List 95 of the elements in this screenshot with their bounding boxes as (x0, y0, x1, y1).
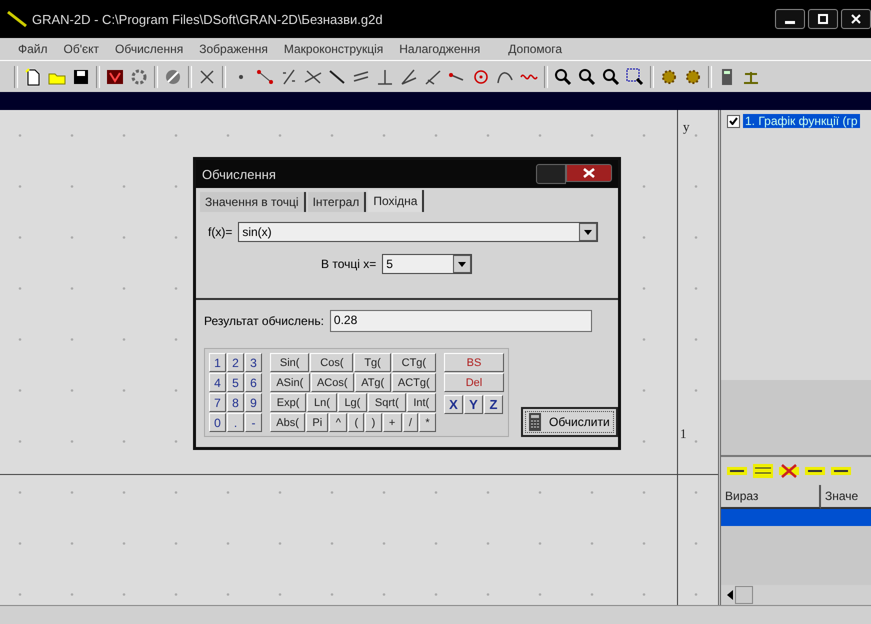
dropdown-arrow-icon (458, 262, 466, 267)
calculator-icon (529, 413, 541, 431)
function-key[interactable]: Ln( (307, 393, 337, 412)
dialog-title: Обчислення (202, 166, 276, 182)
function-key[interactable]: ) (365, 413, 382, 432)
function-key[interactable]: Exp( (270, 393, 306, 412)
digit-key[interactable]: 7 (209, 393, 226, 412)
function-key[interactable]: Abs( (270, 413, 306, 432)
close-icon (851, 14, 861, 24)
function-key[interactable]: Int( (406, 393, 436, 412)
edit-key[interactable]: BS (444, 353, 504, 372)
menu-item[interactable]: Макроконструкція (284, 42, 384, 56)
angle-icon[interactable] (400, 68, 418, 86)
minimize-icon (785, 21, 795, 24)
function-key[interactable]: ^ (329, 413, 348, 432)
close-icon (583, 168, 595, 178)
variable-key[interactable]: Y (464, 395, 483, 414)
function-key[interactable]: ASin( (270, 373, 310, 392)
new-file-icon[interactable] (24, 68, 42, 86)
digit-key[interactable]: 3 (245, 353, 262, 372)
tab[interactable]: Інтеграл (308, 192, 366, 212)
function-key[interactable]: * (419, 413, 436, 432)
digit-key[interactable]: 0 (209, 413, 226, 432)
digit-key[interactable]: 8 (227, 393, 244, 412)
perpendicular-icon[interactable] (376, 68, 394, 86)
point-field[interactable]: 5 (382, 254, 472, 274)
digit-key[interactable]: 5 (227, 373, 244, 392)
function-key[interactable]: ACTg( (392, 373, 436, 392)
edit-key[interactable]: Del (444, 373, 504, 392)
axis-label: y (683, 119, 690, 135)
bisector-icon[interactable] (424, 68, 442, 86)
function-key[interactable]: Tg( (354, 353, 391, 372)
digit-key[interactable]: . (227, 413, 244, 432)
save-icon[interactable] (72, 68, 90, 86)
line-icon[interactable] (280, 68, 298, 86)
zoom-in-icon[interactable] (554, 68, 572, 86)
field-label: В точці x= (321, 257, 376, 272)
zoom-icon[interactable] (602, 68, 620, 86)
zoom-fit-icon[interactable] (626, 68, 644, 86)
function-key[interactable]: / (402, 413, 418, 432)
minimize-button[interactable] (775, 9, 805, 29)
function-key[interactable]: ATg( (354, 373, 391, 392)
function-key[interactable]: CTg( (392, 353, 436, 372)
function-key[interactable]: ( (348, 413, 364, 432)
circle-icon[interactable] (472, 68, 490, 86)
menu-item[interactable]: Об'єкт (64, 42, 100, 56)
expression-grid-icon[interactable] (753, 464, 773, 478)
menu-item[interactable]: Допомога (508, 42, 562, 56)
function-key[interactable]: + (382, 413, 402, 432)
no-entry-icon[interactable] (164, 68, 182, 86)
window-button[interactable] (536, 164, 566, 184)
variable-key[interactable]: Z (484, 395, 503, 414)
function-key[interactable]: Sin( (270, 353, 310, 372)
function-key[interactable]: Pi (306, 413, 328, 432)
compute-button[interactable]: Обчислити (521, 407, 618, 437)
digit-key[interactable]: 4 (209, 373, 226, 392)
dropdown-arrow-icon (584, 230, 592, 235)
function-key[interactable]: Lg( (338, 393, 368, 412)
cross-lines-icon[interactable] (304, 68, 322, 86)
menu-item[interactable]: Зображення (199, 42, 268, 56)
field-label: f(x)= (208, 225, 232, 240)
scrollbar-thumb[interactable] (735, 586, 753, 604)
digit-key[interactable]: - (245, 413, 262, 432)
delete-icon[interactable] (779, 464, 799, 478)
digit-key[interactable]: 6 (245, 373, 262, 392)
film-icon[interactable] (106, 68, 124, 86)
scroll-left-icon[interactable] (727, 590, 733, 600)
checkbox[interactable] (727, 114, 740, 128)
tick-label: 1 (680, 426, 686, 442)
expression-icon[interactable] (727, 464, 747, 478)
maximize-icon (818, 14, 828, 24)
cycle-icon[interactable] (130, 68, 148, 86)
tab[interactable]: Похідна (368, 190, 424, 212)
result-label: Результат обчислень: (204, 314, 324, 328)
function-key[interactable]: Sqrt( (368, 393, 406, 412)
segment-icon[interactable] (256, 68, 274, 86)
function-key[interactable]: Cos( (310, 353, 354, 372)
close-button[interactable] (841, 9, 871, 29)
close-button[interactable] (566, 164, 612, 182)
list-item[interactable]: 1. Графік функції (гр (743, 114, 860, 128)
maximize-button[interactable] (808, 9, 838, 29)
digit-key[interactable]: 1 (209, 353, 226, 372)
tab[interactable]: Значення в точці (200, 192, 306, 212)
pencil-icon (6, 10, 28, 28)
digit-key[interactable]: 2 (227, 353, 244, 372)
function-key[interactable]: ACos( (310, 373, 354, 392)
zoom-out-icon[interactable] (578, 68, 596, 86)
function-field[interactable]: sin(x) (238, 222, 598, 242)
menu-item[interactable]: Файл (18, 42, 48, 56)
digit-key[interactable]: 9 (245, 393, 262, 412)
variable-key[interactable]: X (444, 395, 463, 414)
window-title: GRAN-2D - C:\Program Files\DSoft\GRAN-2D\Безназви.g2d (32, 12, 383, 26)
menu-item[interactable]: Налагодження (399, 42, 480, 56)
menu-item[interactable]: Обчислення (115, 42, 184, 56)
result-field[interactable]: 0.28 (330, 310, 592, 332)
